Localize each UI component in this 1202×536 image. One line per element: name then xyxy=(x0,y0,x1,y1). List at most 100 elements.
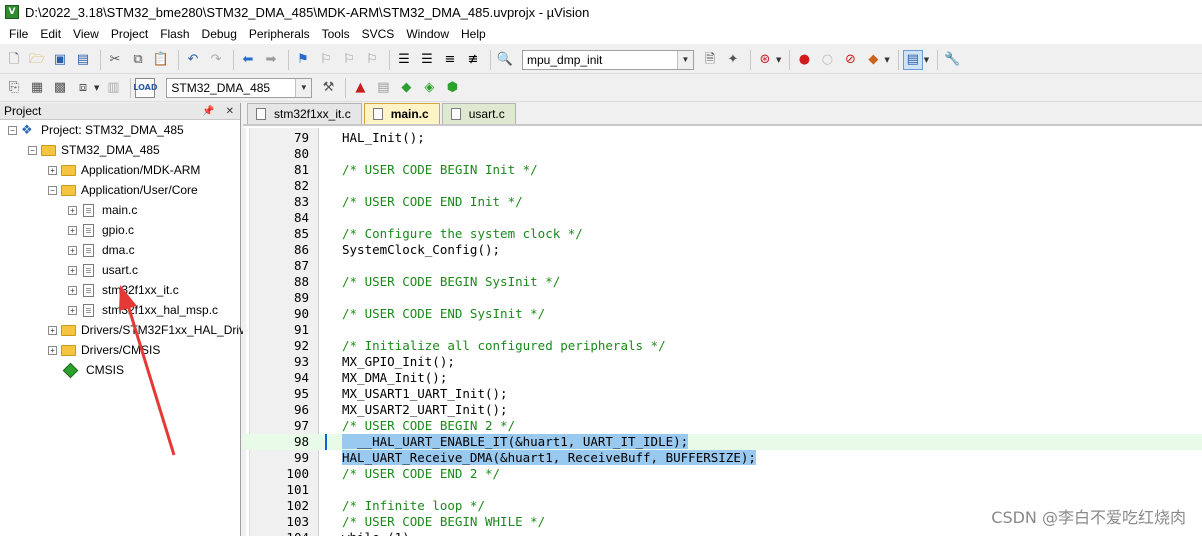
code-line[interactable]: 89 xyxy=(243,290,1202,306)
disable-all-breakpoints-icon[interactable]: ⊘ xyxy=(840,50,860,70)
tab-main[interactable]: main.c xyxy=(363,103,440,124)
tree-item-file[interactable]: + dma.c xyxy=(68,240,135,260)
target-combo[interactable]: STM32_DMA_485 ▼ xyxy=(166,77,313,98)
next-bookmark-icon[interactable]: ⚐ xyxy=(339,50,359,70)
chevron-down-icon[interactable]: ▼ xyxy=(94,84,99,92)
expand-icon[interactable]: + xyxy=(48,325,57,335)
chevron-down-icon[interactable]: ▼ xyxy=(295,78,312,97)
menu-tools[interactable]: Tools xyxy=(316,25,356,43)
tree-item-file[interactable]: + main.c xyxy=(68,200,137,220)
code-line[interactable]: 87 xyxy=(243,258,1202,274)
code-line[interactable]: 104 while (1) xyxy=(243,530,1202,536)
code-line[interactable]: 92 /* Initialize all configured periphera… xyxy=(243,338,1202,354)
breakpoint-icon[interactable]: ● xyxy=(794,50,814,70)
menu-file[interactable]: File xyxy=(3,25,34,43)
rebuild-icon[interactable]: ▩ xyxy=(50,78,70,98)
stop-build-icon[interactable]: ▥ xyxy=(103,78,123,98)
translate-icon[interactable]: ⎘ xyxy=(4,78,24,98)
tree-item-file[interactable]: + stm32f1xx_it.c xyxy=(68,280,179,300)
undo-icon[interactable]: ↶ xyxy=(183,50,203,70)
code-line[interactable]: 99 HAL_UART_Receive_DMA(&huart1, ReceiveB… xyxy=(243,450,1202,466)
collapse-icon[interactable]: − xyxy=(48,185,57,195)
chevron-down-icon[interactable]: ▼ xyxy=(776,56,781,64)
tree-item-component[interactable]: CMSIS xyxy=(62,360,124,380)
menu-svcs[interactable]: SVCS xyxy=(356,25,401,43)
manage-run-time-env-icon[interactable]: ◆ xyxy=(396,78,416,98)
code-line[interactable]: 93 MX_GPIO_Init(); xyxy=(243,354,1202,370)
menu-flash[interactable]: Flash xyxy=(154,25,195,43)
code-line[interactable]: 94 MX_DMA_Init(); xyxy=(243,370,1202,386)
navigate-forward-icon[interactable]: ➡ xyxy=(261,50,281,70)
code-line[interactable]: 84 xyxy=(243,210,1202,226)
tab-usart[interactable]: usart.c xyxy=(441,103,516,124)
code-line[interactable]: 98 __HAL_UART_ENABLE_IT(&huart1, UART_IT… xyxy=(243,434,1202,450)
code-line[interactable]: 86 SystemClock_Config(); xyxy=(243,242,1202,258)
configure-icon[interactable]: 🔧 xyxy=(942,50,962,70)
expand-icon[interactable]: + xyxy=(48,345,57,355)
code-line[interactable]: 83 /* USER CODE END Init */ xyxy=(243,194,1202,210)
code-line[interactable]: 85 /* Configure the system clock */ xyxy=(243,226,1202,242)
expand-icon[interactable]: + xyxy=(68,285,77,295)
file-extensions-icon[interactable]: ▤ xyxy=(373,78,393,98)
new-file-icon[interactable]: 🗋 xyxy=(4,50,24,70)
chevron-down-icon[interactable]: ▼ xyxy=(677,50,693,69)
close-icon[interactable]: ✕ xyxy=(226,106,234,117)
cut-icon[interactable]: ✂ xyxy=(105,50,125,70)
unindent-icon[interactable]: ☰ xyxy=(417,50,437,70)
kill-breakpoints-icon[interactable]: ◆ xyxy=(863,50,883,70)
expand-icon[interactable]: + xyxy=(68,265,77,275)
tree-item-file[interactable]: + stm32f1xx_hal_msp.c xyxy=(68,300,218,320)
expand-icon[interactable]: + xyxy=(68,225,77,235)
code-area[interactable]: 79 HAL_Init(); 80 81 /* USER CODE BEGIN Init… xyxy=(243,128,1202,536)
code-line[interactable]: 88 /* USER CODE BEGIN SysInit */ xyxy=(243,274,1202,290)
code-line[interactable]: 101 xyxy=(243,482,1202,498)
copy-icon[interactable]: ⧉ xyxy=(128,50,148,70)
code-line[interactable]: 82 xyxy=(243,178,1202,194)
tree-item-target[interactable]: − STM32_DMA_485 xyxy=(28,140,160,160)
collapse-icon[interactable]: − xyxy=(28,145,37,155)
code-line[interactable]: 79 HAL_Init(); xyxy=(243,130,1202,146)
expand-icon[interactable]: + xyxy=(68,305,77,315)
menu-window[interactable]: Window xyxy=(400,25,455,43)
menu-view[interactable]: View xyxy=(67,25,105,43)
window-layout-icon[interactable]: ▤ xyxy=(902,49,923,70)
tree-item-group[interactable]: + Application/MDK-ARM xyxy=(48,160,200,180)
comment-icon[interactable]: ≡ xyxy=(440,50,460,70)
clear-bookmarks-icon[interactable]: ⚐ xyxy=(362,50,382,70)
build-icon[interactable]: ▦ xyxy=(27,78,47,98)
tree-item-project[interactable]: − ❖ Project: STM32_DMA_485 xyxy=(8,120,184,140)
disable-breakpoint-icon[interactable]: ○ xyxy=(817,50,837,70)
prev-bookmark-icon[interactable]: ⚐ xyxy=(316,50,336,70)
tree-item-file[interactable]: + usart.c xyxy=(68,260,138,280)
code-line[interactable]: 80 xyxy=(243,146,1202,162)
expand-icon[interactable]: + xyxy=(48,165,57,175)
bookmark-icon[interactable]: ⚑ xyxy=(293,50,313,70)
save-icon[interactable]: ▣ xyxy=(50,50,70,70)
expand-icon[interactable]: + xyxy=(68,205,77,215)
open-folder-icon[interactable]: 🗁 xyxy=(27,50,47,70)
menu-peripherals[interactable]: Peripherals xyxy=(243,25,316,43)
code-line[interactable]: 95 MX_USART1_UART_Init(); xyxy=(243,386,1202,402)
code-line[interactable]: 81 /* USER CODE BEGIN Init */ xyxy=(243,162,1202,178)
debug-session-icon[interactable]: ⊛ xyxy=(755,50,775,70)
find-in-files-icon[interactable]: 🔍 xyxy=(495,50,515,70)
menu-project[interactable]: Project xyxy=(105,25,154,43)
indent-icon[interactable]: ☰ xyxy=(394,50,414,70)
code-line[interactable]: 90 /* USER CODE END SysInit */ xyxy=(243,306,1202,322)
menu-debug[interactable]: Debug xyxy=(196,25,243,43)
incremental-find-icon[interactable]: ✦ xyxy=(723,50,743,70)
tree-item-group[interactable]: + Drivers/CMSIS xyxy=(48,340,160,360)
tree-item-file[interactable]: + gpio.c xyxy=(68,220,134,240)
uncomment-icon[interactable]: ≢ xyxy=(463,50,483,70)
pack-installer-icon[interactable]: ⬢ xyxy=(442,78,462,98)
tree-item-group[interactable]: − Application/User/Core xyxy=(48,180,198,200)
paste-icon[interactable]: 📋 xyxy=(151,50,171,70)
code-line[interactable]: 91 xyxy=(243,322,1202,338)
collapse-icon[interactable]: − xyxy=(8,125,17,135)
expand-icon[interactable]: + xyxy=(68,245,77,255)
chevron-down-icon[interactable]: ▼ xyxy=(924,56,929,64)
code-line[interactable]: 97 /* USER CODE BEGIN 2 */ xyxy=(243,418,1202,434)
save-all-icon[interactable]: ▤ xyxy=(73,50,93,70)
menu-edit[interactable]: Edit xyxy=(34,25,67,43)
redo-icon[interactable]: ↷ xyxy=(206,50,226,70)
